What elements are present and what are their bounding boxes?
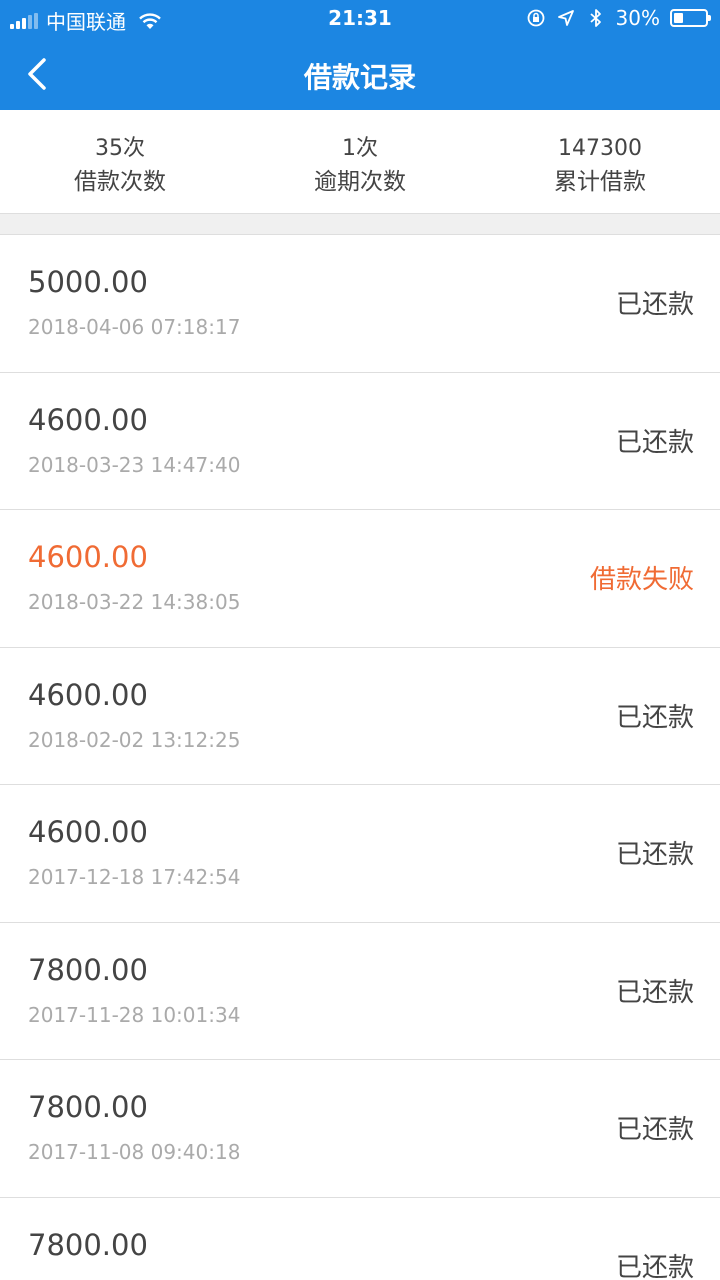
loan-status: 借款失败 [589,565,694,595]
summary-loan-count: 35次 借款次数 [0,110,240,213]
orientation-lock-icon [527,9,544,27]
loan-status: 已还款 [615,427,694,458]
stat-value: 147300 [558,136,642,161]
navigation-bar: 借款记录 [0,38,720,110]
loan-date: 2017-11-08 09:40:18 [28,1140,241,1164]
loan-date: 2018-02-02 13:12:25 [28,727,241,752]
loan-amount: 5000.00 [28,265,148,299]
summary-overdue-count: 1次 逾期次数 [240,110,480,213]
loan-record-list[interactable]: 5000.00 2018-04-06 07:18:17 已还款 4600.00 … [0,234,720,1280]
loan-status: 已还款 [615,1115,694,1145]
loan-record-row[interactable]: 5000.00 2018-04-06 07:18:17 已还款 [0,235,720,373]
loan-summary: 35次 借款次数 1次 逾期次数 147300 累计借款 [0,110,720,214]
loan-amount: 7800.00 [28,1227,148,1262]
loan-record-row[interactable]: 7800.00 2017-11-08 09:40:18 已还款 [0,1060,720,1198]
loan-amount: 4600.00 [28,402,148,437]
loan-record-row[interactable]: 4600.00 2018-03-23 14:47:40 已还款 [0,372,720,510]
summary-total-borrowed: 147300 累计借款 [480,110,720,213]
loan-record-row[interactable]: 7800.00 2017-11-28 10:01:34 已还款 [0,922,720,1060]
page-title: 借款记录 [303,61,416,94]
loan-status: 已还款 [615,1252,694,1280]
battery-icon [670,9,711,27]
battery-percentage: 30% [615,6,660,30]
battery-level [674,13,683,23]
loan-amount: 7800.00 [28,952,148,987]
loan-record-row[interactable]: 4600.00 2018-03-22 14:38:05 借款失败 [0,510,720,648]
status-bar-right: 30% [526,6,711,30]
stat-label: 逾期次数 [314,169,406,195]
loan-amount: 4600.00 [28,677,148,712]
bluetooth-icon [589,9,601,27]
loan-status: 已还款 [615,977,694,1008]
loan-record-row[interactable]: 7800.00 已还款 [0,1197,720,1280]
stat-value: 35次 [95,136,145,161]
loan-record-row[interactable]: 4600.00 2018-02-02 13:12:25 已还款 [0,647,720,785]
stat-label: 借款次数 [74,169,166,195]
loan-amount: 7800.00 [28,1090,148,1124]
app-header: 中国联通 21:31 30% 借款记录 [0,0,720,110]
loan-date: 2017-11-28 10:01:34 [28,1002,241,1027]
loan-status: 已还款 [615,840,694,870]
stat-label: 累计借款 [554,169,646,195]
loan-date: 2018-04-06 07:18:17 [28,315,241,339]
loan-amount: 4600.00 [28,815,148,849]
stat-value: 1次 [342,136,378,161]
location-icon [557,10,574,26]
loan-status: 已还款 [615,290,694,320]
loan-status: 已还款 [615,702,694,733]
loan-amount: 4600.00 [28,540,148,574]
status-bar: 中国联通 21:31 30% [0,0,720,38]
loan-date: 2018-03-23 14:47:40 [28,452,241,477]
loan-date: 2017-12-18 17:42:54 [28,865,241,889]
loan-record-row[interactable]: 4600.00 2017-12-18 17:42:54 已还款 [0,785,720,923]
loan-date: 2018-03-22 14:38:05 [28,590,241,614]
